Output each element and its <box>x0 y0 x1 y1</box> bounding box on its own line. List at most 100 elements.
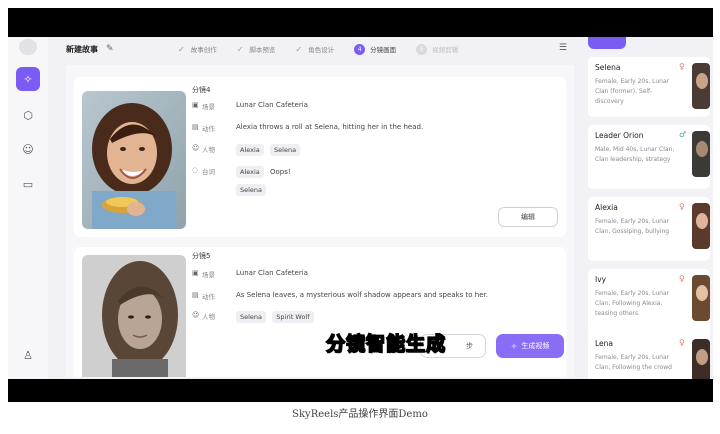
app-logo <box>19 39 37 55</box>
character-name: Lena <box>595 339 614 348</box>
check-icon: ✓ <box>236 44 244 54</box>
character-thumbnail <box>692 203 710 249</box>
scene-value[interactable]: Lunar Clan Cafeteria <box>236 269 308 277</box>
list-menu-icon[interactable]: ☰ <box>559 43 567 53</box>
scene-row: ▣ 场景 Lunar Clan Cafeteria <box>192 269 308 279</box>
character-card[interactable]: Ivy ♀ Female, Early 20s, Lunar Clan, Fol… <box>588 269 710 339</box>
characters-row: ☺ 人物 Alexia Selena <box>192 144 304 156</box>
step-4[interactable]: 4 分镜画面 <box>354 43 397 55</box>
character-desc: Male, Mid 40s, Lunar Clan, Clan leadersh… <box>595 146 675 163</box>
action-row: ▤ 动作 Alexia throws a roll at Selena, hit… <box>192 123 423 133</box>
profile-icon[interactable]: ♙ <box>16 343 40 367</box>
shot-image[interactable] <box>82 91 186 229</box>
female-icon: ♀ <box>679 62 685 71</box>
character-desc: Female, Early 20s, Lunar Clan, Following… <box>595 290 670 317</box>
characters-row: ☺ 人物 Selena Spirit Wolf <box>192 311 318 323</box>
action-value[interactable]: As Selena leaves, a mysterious wolf shad… <box>236 291 488 299</box>
field-label: 人物 <box>202 146 215 154</box>
character-thumbnail <box>692 131 710 177</box>
character-chip[interactable]: Alexia <box>236 144 264 156</box>
step-5[interactable]: 5 视频剪辑 <box>416 43 459 55</box>
spark-icon: ✧ <box>510 341 518 351</box>
document-icon: ▤ <box>192 123 199 131</box>
speech-bubble-icon: ◌ <box>192 166 199 174</box>
field-label: 场景 <box>202 103 215 111</box>
video-subtitle: 分镜智能生成 <box>325 332 447 356</box>
step-label: 角色设计 <box>308 46 335 54</box>
character-chip[interactable]: Selena <box>236 311 267 323</box>
female-icon: ♀ <box>679 338 685 347</box>
character-thumbnail <box>692 339 710 379</box>
character-desc: Female, Early 20s, Lunar Clan, Following… <box>595 354 672 371</box>
field-label: 动作 <box>202 293 215 301</box>
shot-card: 分镜5 ▣ 场景 Lunar Clan Cafeteria ▤ 动作 As Se… <box>74 247 566 377</box>
character-name: Ivy <box>595 275 607 284</box>
storyboard-panel: 分镜4 ▣ 场景 Lunar Clan Cafeteria ▤ 动作 Alexi… <box>66 65 574 377</box>
step-2[interactable]: ✓ 脚本预览 <box>236 44 276 55</box>
dialogue-row: Selena <box>192 184 270 196</box>
character-name: Leader Orion <box>595 131 644 140</box>
field-label: 场景 <box>202 271 215 279</box>
step-number: 4 <box>354 43 366 55</box>
character-card[interactable]: Leader Orion ♂ Male, Mid 40s, Lunar Clan… <box>588 125 710 189</box>
image-icon: ▣ <box>192 101 199 109</box>
character-thumbnail <box>692 275 710 321</box>
character-panel: Selena ♀ Female, Early 20s, Lunar Clan (… <box>588 37 713 379</box>
speaker-chip[interactable]: Alexia <box>236 166 264 178</box>
generate-video-button[interactable]: ✧ 生成视频 <box>496 334 564 358</box>
scene-value[interactable]: Lunar Clan Cafeteria <box>236 101 308 109</box>
shot-label: 分镜4 <box>192 86 211 94</box>
panel-tab[interactable] <box>588 37 626 49</box>
character-chip[interactable]: Selena <box>270 144 301 156</box>
action-row: ▤ 动作 As Selena leaves, a mysterious wolf… <box>192 291 488 301</box>
shot-image[interactable] <box>82 255 186 377</box>
character-thumbnail <box>692 63 710 109</box>
dialogue-text[interactable]: Oops! <box>270 168 291 176</box>
step-1[interactable]: ✓ 故事创作 <box>178 44 217 55</box>
image-icon: ▣ <box>192 269 199 277</box>
inbox-icon[interactable]: ▭ <box>16 172 40 196</box>
field-label: 动作 <box>202 125 215 133</box>
shot-card: 分镜4 ▣ 场景 Lunar Clan Cafeteria ▤ 动作 Alexi… <box>74 77 566 237</box>
check-icon: ✓ <box>295 44 303 54</box>
image-caption: SkyReels产品操作界面Demo <box>292 409 428 420</box>
character-desc: Female, Early 20s, Lunar Clan, Gossiping… <box>595 218 670 235</box>
generate-label: 生成视频 <box>521 342 550 350</box>
character-card[interactable]: Alexia ♀ Female, Early 20s, Lunar Clan, … <box>588 197 710 261</box>
loading-spinner <box>346 187 390 231</box>
character-desc: Female, Early 20s, Lunar Clan (former), … <box>595 78 670 105</box>
step-number: 5 <box>416 43 428 55</box>
page-title: 新建故事 <box>66 44 98 54</box>
dialogue-lines: Alexia Oops! <box>236 166 291 178</box>
female-icon: ♀ <box>679 202 685 211</box>
spark-icon[interactable]: ✧ <box>16 67 40 91</box>
shot-label: 分镜5 <box>192 252 211 260</box>
speaker-chip[interactable]: Selena <box>236 184 267 196</box>
character-card[interactable]: Lena ♀ Female, Early 20s, Lunar Clan, Fo… <box>588 333 710 379</box>
character-chips: Alexia Selena <box>236 144 304 156</box>
field-label: 台词 <box>202 168 215 176</box>
document-icon: ▤ <box>192 291 199 299</box>
step-label: 分镜画面 <box>370 46 397 54</box>
step-label: 脚本预览 <box>249 46 276 54</box>
users-icon[interactable]: ☺ <box>16 137 40 161</box>
cube-icon[interactable]: ⬡ <box>16 103 40 127</box>
action-value[interactable]: Alexia throws a roll at Selena, hitting … <box>236 123 423 131</box>
scene-row: ▣ 场景 Lunar Clan Cafeteria <box>192 101 308 111</box>
edit-button[interactable]: 编辑 <box>498 207 558 227</box>
video-frame: ✧ ⬡ ☺ ▭ ♙ 新建故事 ✎ ✓ 故事创作 ✓ 脚本预览 ✓ 角色设计 4 … <box>8 8 713 402</box>
people-icon: ☺ <box>192 144 200 152</box>
field-label: 人物 <box>202 313 215 321</box>
male-icon: ♂ <box>679 130 687 139</box>
step-progress: ✓ 故事创作 ✓ 脚本预览 ✓ 角色设计 4 分镜画面 5 视频剪辑 <box>178 37 478 61</box>
character-name: Alexia <box>595 203 618 212</box>
edit-title-icon[interactable]: ✎ <box>106 44 114 54</box>
step-label: 故事创作 <box>190 46 217 54</box>
check-icon: ✓ <box>178 44 185 54</box>
step-label: 视频剪辑 <box>432 46 459 54</box>
character-chip[interactable]: Spirit Wolf <box>272 311 314 323</box>
step-3[interactable]: ✓ 角色设计 <box>295 44 335 55</box>
left-rail: ✧ ⬡ ☺ ▭ ♙ <box>8 37 48 379</box>
character-card[interactable]: Selena ♀ Female, Early 20s, Lunar Clan (… <box>588 57 710 117</box>
dialogue-row: ◌ 台词 Alexia Oops! <box>192 166 291 178</box>
